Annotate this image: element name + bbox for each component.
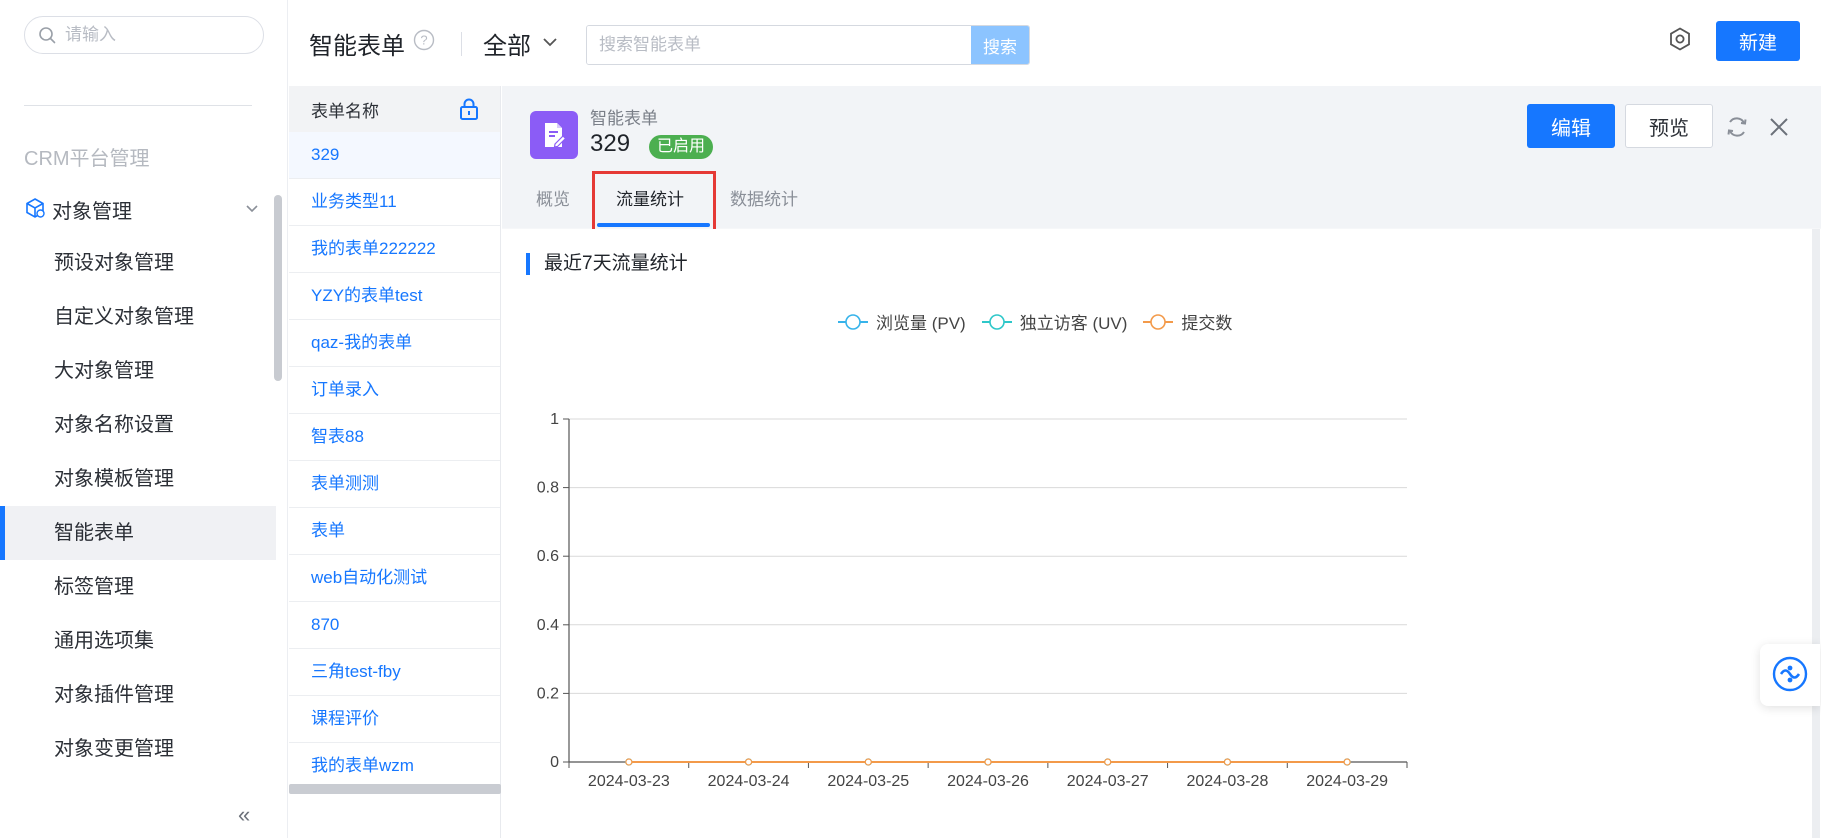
assistant-icon [1772, 656, 1808, 695]
data-point [1343, 758, 1351, 766]
form-list-item[interactable]: 业务类型11 [289, 179, 500, 226]
y-tick-label: 0.8 [537, 480, 559, 497]
sidebar-group-label: 对象管理 [52, 200, 132, 223]
sidebar-group-object-management[interactable]: 对象管理 [24, 193, 264, 225]
x-tick-label: 2024-03-25 [827, 773, 909, 790]
form-document-icon [530, 111, 578, 159]
form-list-item[interactable]: 我的表单wzm [289, 743, 500, 790]
form-list-item[interactable]: 329 [289, 132, 500, 179]
form-list-scrollbar[interactable] [289, 784, 501, 794]
chevron-down-icon[interactable] [244, 200, 260, 219]
tab-highlight-box [592, 171, 716, 234]
form-search: 搜索 [586, 25, 1030, 65]
help-icon[interactable]: ? [413, 29, 435, 54]
y-tick-label: 0 [550, 754, 559, 771]
form-list-item[interactable]: qaz-我的表单 [289, 320, 500, 367]
form-search-input[interactable] [587, 26, 971, 64]
sidebar-search[interactable] [24, 16, 264, 54]
form-list-item[interactable]: web自动化测试 [289, 555, 500, 602]
sidebar-scrollbar[interactable] [274, 195, 282, 381]
scope-filter-dropdown[interactable]: 全部 [483, 26, 559, 61]
new-form-button[interactable]: 新建 [1716, 21, 1800, 61]
x-tick-label: 2024-03-26 [947, 773, 1029, 790]
form-detail-panel: 智能表单 329 已启用 编辑 预览 概览 流量统计 数据统计 最近7天流量统计… [502, 86, 1821, 838]
data-point [744, 758, 753, 766]
sidebar-item[interactable]: 标签管理 [0, 560, 276, 614]
data-point [864, 758, 872, 766]
edit-button[interactable]: 编辑 [1527, 104, 1615, 148]
collapse-sidebar-icon[interactable]: « [238, 802, 250, 828]
x-tick-label: 2024-03-29 [1306, 773, 1388, 790]
traffic-stats-content: 最近7天流量统计 浏览量 (PV) 独立访客 (UV) 提交数 0 0.2 0.4 0.6… [502, 229, 1821, 838]
x-tick-label: 2024-03-28 [1187, 773, 1269, 790]
object-cube-icon [24, 197, 46, 222]
form-list-header-label: 表单名称 [311, 101, 379, 121]
page-title: 智能表单 [309, 33, 405, 60]
form-list-item[interactable]: 课程评价 [289, 696, 500, 743]
chevron-down-icon [541, 33, 559, 54]
data-point [984, 758, 992, 766]
tab-overview[interactable]: 概览 [536, 172, 570, 228]
x-tick-label: 2024-03-23 [588, 773, 670, 790]
x-tick-label: 2024-03-27 [1067, 773, 1149, 790]
sidebar-menu: 预设对象管理 自定义对象管理 大对象管理 对象名称设置 对象模板管理 智能表单 标签管理 通用… [0, 236, 276, 776]
form-list-panel: 表单名称 329 业务类型11 我的表单222222 YZY的表单test qaz-我的… [289, 86, 501, 838]
close-icon[interactable] [1768, 116, 1790, 141]
data-point [625, 758, 633, 766]
y-tick-label: 0.4 [537, 617, 559, 634]
scope-filter-value: 全部 [483, 33, 531, 60]
header-separator [461, 32, 462, 56]
sidebar-item[interactable]: 对象插件管理 [0, 668, 276, 722]
data-point [1223, 758, 1232, 766]
sidebar-item[interactable]: 大对象管理 [0, 344, 276, 398]
sidebar-item[interactable]: 对象变更管理 [0, 722, 276, 776]
content-scrollbar[interactable] [1812, 229, 1820, 838]
settings-icon[interactable] [1667, 26, 1693, 55]
form-list-item[interactable]: 智表88 [289, 414, 500, 461]
assistant-float-button[interactable] [1760, 644, 1820, 706]
sidebar-item[interactable]: 对象名称设置 [0, 398, 276, 452]
form-list-item[interactable]: 表单 [289, 508, 500, 555]
form-list-item[interactable]: YZY的表单test [289, 273, 500, 320]
y-tick-label: 0.2 [537, 685, 559, 702]
lock-icon[interactable] [458, 97, 480, 126]
sidebar-divider [24, 105, 252, 106]
status-badge: 已启用 [649, 135, 714, 159]
preview-button[interactable]: 预览 [1625, 104, 1713, 148]
form-list-item[interactable]: 订单录入 [289, 367, 500, 414]
sidebar-search-input[interactable] [65, 20, 255, 50]
form-type-label: 智能表单 [590, 109, 658, 128]
search-button[interactable]: 搜索 [971, 26, 1029, 64]
form-list-item[interactable]: 我的表单222222 [289, 226, 500, 273]
sidebar-item[interactable]: 自定义对象管理 [0, 290, 276, 344]
sidebar-section-title: CRM平台管理 [24, 148, 150, 170]
y-tick-label: 1 [550, 411, 559, 428]
form-name: 329 [590, 130, 631, 157]
data-point [1104, 758, 1112, 766]
form-list-item[interactable]: 表单测测 [289, 461, 500, 508]
top-header: 智能表单 ? 全部 搜索 新建 [289, 0, 1821, 86]
sidebar-item[interactable]: 通用选项集 [0, 614, 276, 668]
form-list: 329 业务类型11 我的表单222222 YZY的表单test qaz-我的表单 订单录… [289, 132, 500, 790]
tab-data-stats[interactable]: 数据统计 [730, 172, 798, 228]
form-list-item[interactable]: 三角test-fby [289, 649, 500, 696]
y-tick-label: 0.6 [537, 548, 559, 565]
sidebar-item[interactable]: 智能表单 [0, 506, 276, 560]
form-list-item[interactable]: 870 [289, 602, 500, 649]
sidebar-item[interactable]: 对象模板管理 [0, 452, 276, 506]
left-sidebar: CRM平台管理 对象管理 预设对象管理自定义对象管理大对象管理对象名称设置对象模… [0, 0, 288, 838]
svg-text:?: ? [420, 33, 427, 48]
refresh-icon[interactable] [1724, 114, 1750, 143]
traffic-line-chart: 0 0.2 0.4 0.6 0.8 1 2024-03-23 2024-03-24 2024-0… [537, 411, 1408, 790]
form-list-header: 表单名称 [289, 86, 500, 132]
x-tick-label: 2024-03-24 [708, 773, 790, 790]
sidebar-item[interactable]: 预设对象管理 [0, 236, 276, 290]
search-icon [37, 25, 57, 45]
